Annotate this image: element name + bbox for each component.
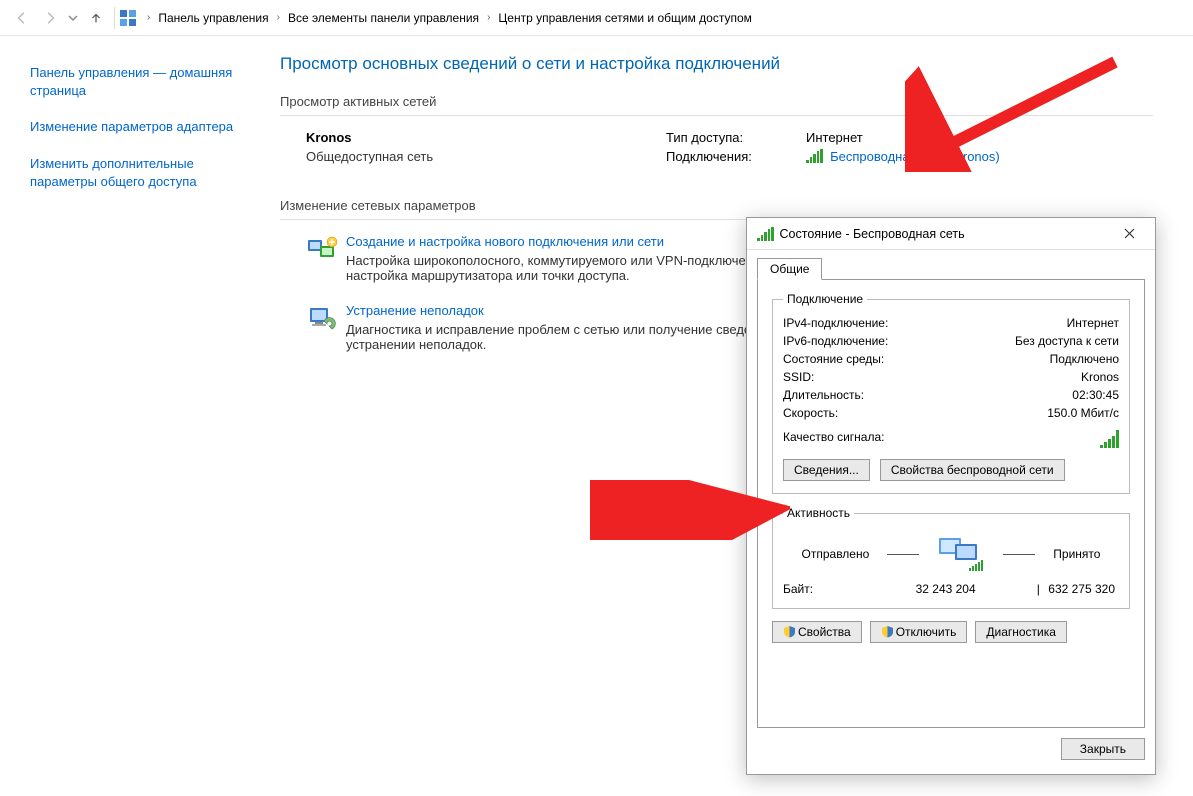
disable-button-label: Отключить (896, 625, 957, 639)
bytes-label: Байт: (783, 582, 863, 596)
network-name: Kronos (306, 130, 666, 145)
sent-label: Отправлено (802, 547, 870, 561)
bytes-sent-value: 32 243 204 (863, 582, 1028, 596)
page-title: Просмотр основных сведений о сети и наст… (280, 54, 1153, 74)
sidebar-link-adapter-settings[interactable]: Изменение параметров адаптера (30, 118, 238, 136)
properties-button[interactable]: Свойства (772, 621, 862, 643)
dialog-titlebar[interactable]: Состояние - Беспроводная сеть (747, 218, 1155, 250)
section-active-networks-title: Просмотр активных сетей (280, 94, 1153, 109)
nav-forward-button[interactable] (36, 5, 64, 31)
activity-group-legend: Активность (783, 506, 854, 520)
breadcrumb-item[interactable]: Панель управления (156, 9, 270, 27)
access-type-value: Интернет (806, 130, 863, 145)
nav-back-button[interactable] (8, 5, 36, 31)
bytes-separator: | (1028, 582, 1048, 596)
section-change-settings-title: Изменение сетевых параметров (280, 198, 1153, 213)
ipv4-value: Интернет (1067, 316, 1119, 330)
close-button[interactable] (1109, 220, 1149, 248)
duration-label: Длительность: (783, 388, 864, 402)
sidebar: Панель управления — домашняя страница Из… (0, 36, 260, 796)
speed-label: Скорость: (783, 406, 838, 420)
tab-panel-general: Подключение IPv4-подключение: Интернет IP… (757, 280, 1145, 728)
ipv4-label: IPv4-подключение: (783, 316, 888, 330)
media-state-label: Состояние среды: (783, 352, 884, 366)
duration-value: 02:30:45 (1072, 388, 1119, 402)
wifi-signal-icon (757, 227, 774, 241)
chevron-right-icon: › (275, 12, 282, 23)
bytes-received-value: 632 275 320 (1048, 582, 1115, 596)
active-network: Kronos Общедоступная сеть Тип доступа: И… (280, 130, 1153, 168)
tab-general[interactable]: Общие (757, 258, 822, 280)
nav-up-button[interactable] (82, 5, 110, 31)
ssid-value: Kronos (1081, 370, 1119, 384)
setup-connection-link[interactable]: Создание и настройка нового подключения … (346, 234, 806, 249)
connection-link[interactable]: Беспроводная сеть (Kronos) (830, 149, 1000, 164)
chevron-right-icon: › (145, 12, 152, 23)
access-type-label: Тип доступа: (666, 130, 806, 145)
diagnose-button[interactable]: Диагностика (975, 621, 1067, 643)
shield-icon (783, 625, 796, 638)
nav-recent-dropdown[interactable] (64, 5, 82, 31)
chevron-right-icon: › (485, 12, 492, 23)
close-dialog-button[interactable]: Закрыть (1061, 738, 1145, 760)
divider (280, 115, 1153, 116)
network-type: Общедоступная сеть (306, 149, 666, 164)
new-connection-icon (306, 234, 338, 283)
media-state-value: Подключено (1050, 352, 1119, 366)
received-label: Принято (1053, 547, 1100, 561)
connections-label: Подключения: (666, 149, 806, 164)
speed-value: 150.0 Мбит/с (1047, 406, 1119, 420)
breadcrumb-item[interactable]: Центр управления сетями и общим доступом (496, 9, 754, 27)
breadcrumb-item[interactable]: Все элементы панели управления (286, 9, 481, 27)
control-panel-icon (119, 9, 137, 27)
ipv6-value: Без доступа к сети (1015, 334, 1119, 348)
signal-quality-icon (1100, 430, 1119, 448)
activity-group: Активность Отправлено (772, 506, 1130, 609)
sidebar-link-home[interactable]: Панель управления — домашняя страница (30, 64, 238, 100)
signal-quality-label: Качество сигнала: (783, 430, 884, 451)
troubleshoot-icon (306, 303, 338, 352)
setup-connection-desc: Настройка широкополосного, коммутируемог… (346, 253, 806, 283)
connection-group-legend: Подключение (783, 292, 867, 306)
ipv6-label: IPv6-подключение: (783, 334, 888, 348)
wireless-properties-button[interactable]: Свойства беспроводной сети (880, 459, 1065, 481)
troubleshoot-desc: Диагностика и исправление проблем с сеть… (346, 322, 806, 352)
connection-group: Подключение IPv4-подключение: Интернет IP… (772, 292, 1130, 494)
shield-icon (881, 625, 894, 638)
wifi-signal-icon (806, 149, 823, 163)
properties-button-label: Свойства (798, 625, 851, 639)
disable-button[interactable]: Отключить (870, 621, 968, 643)
wireless-status-dialog: Состояние - Беспроводная сеть Общие Подк… (746, 217, 1156, 775)
activity-monitors-icon (937, 534, 985, 574)
breadcrumb[interactable]: › Панель управления › Все элементы панел… (119, 9, 754, 27)
dialog-title: Состояние - Беспроводная сеть (780, 227, 965, 241)
details-button[interactable]: Сведения... (783, 459, 870, 481)
address-bar: › Панель управления › Все элементы панел… (0, 0, 1193, 36)
troubleshoot-link[interactable]: Устранение неполадок (346, 303, 806, 318)
sidebar-link-sharing-settings[interactable]: Изменить дополнительные параметры общего… (30, 155, 238, 191)
ssid-label: SSID: (783, 370, 814, 384)
